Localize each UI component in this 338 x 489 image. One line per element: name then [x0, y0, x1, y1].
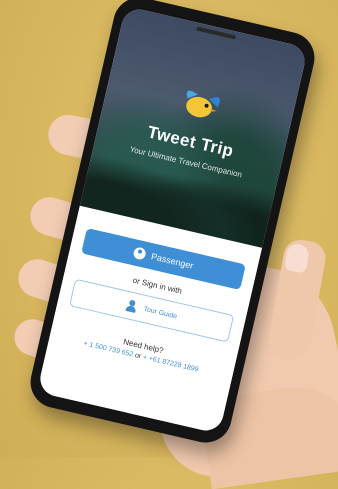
hero-background: Tweet Trip Your Ultimate Travel Companio… — [79, 6, 309, 248]
help-or: or — [134, 352, 142, 361]
bird-logo-icon — [186, 90, 220, 118]
user-icon — [132, 246, 147, 261]
tour-guide-icon — [125, 299, 139, 313]
passenger-button-label: Passenger — [150, 251, 195, 271]
scene: Tweet Trip Your Ultimate Travel Companio… — [0, 0, 338, 489]
tour-guide-button-label: Tour Guide — [142, 305, 178, 320]
login-panel: Passenger or Sign in with Tour Guide Nee… — [36, 205, 263, 434]
